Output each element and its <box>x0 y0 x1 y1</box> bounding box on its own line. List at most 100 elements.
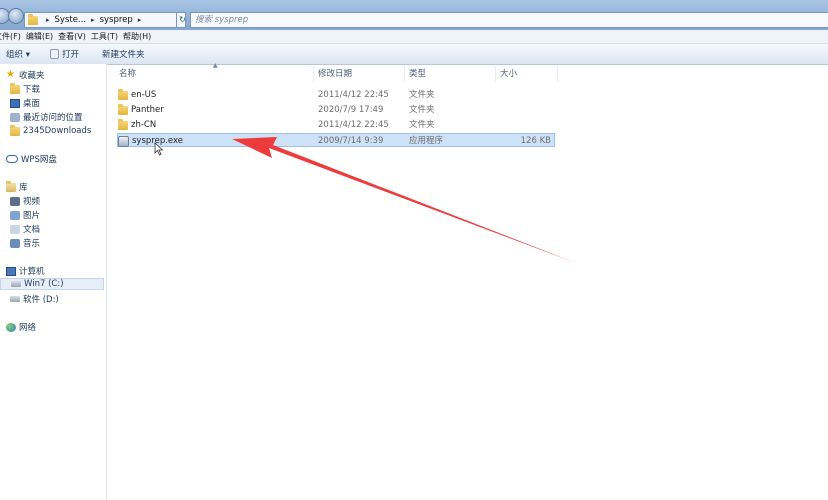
desktop-icon <box>10 98 20 108</box>
star-icon: ★ <box>6 69 15 80</box>
drive-icon <box>11 281 21 287</box>
folder-icon <box>118 103 128 115</box>
file-row-panther[interactable]: Panther 2020/7/9 17:49 文件夹 <box>117 103 555 117</box>
open-label: 打开 <box>62 50 80 60</box>
breadcrumb-sysprep[interactable]: sysprep <box>100 15 133 25</box>
sidebar-item-music[interactable]: 音乐 <box>10 237 40 249</box>
sidebar-item-label: 收藏夹 <box>19 71 45 81</box>
folder-icon <box>10 124 20 136</box>
folder-icon <box>118 118 128 130</box>
refresh-icon[interactable]: ↻ <box>176 12 188 28</box>
network-icon <box>6 322 16 332</box>
file-row-zh-cn[interactable]: zh-CN 2011/4/12 22:45 文件夹 <box>117 118 555 132</box>
file-name: zh-CN <box>131 120 157 130</box>
file-date: 2011/4/12 22:45 <box>318 90 389 100</box>
file-name: Panther <box>131 105 164 115</box>
sidebar-item-favorites[interactable]: ★ 收藏夹 <box>6 69 45 82</box>
column-header-type[interactable]: 类型 <box>409 66 426 82</box>
sidebar-item-drive-d[interactable]: 软件 (D:) <box>10 293 59 305</box>
sidebar-item-label: 文档 <box>23 225 41 235</box>
address-bar[interactable]: ▸ Syste... ▸ sysprep ▸ <box>24 12 186 28</box>
library-icon <box>6 180 16 192</box>
sidebar-item-recent[interactable]: 最近访问的位置 <box>10 111 83 123</box>
file-size: 126 KB <box>520 136 551 146</box>
sidebar-item-library[interactable]: 库 <box>6 180 28 193</box>
mouse-cursor-icon <box>154 142 164 156</box>
file-type: 文件夹 <box>409 120 435 130</box>
nav-buttons <box>0 8 24 24</box>
sidebar-item-label: 音乐 <box>23 239 41 249</box>
sidebar-item-label: WPS网盘 <box>21 155 57 165</box>
music-icon <box>10 238 20 248</box>
file-name: en-US <box>131 90 157 100</box>
file-row-sysprep-exe[interactable]: sysprep.exe 2009/7/14 9:39 应用程序 126 KB <box>117 133 555 147</box>
application-icon <box>118 135 129 147</box>
menu-view[interactable]: 查看(V) <box>58 30 86 43</box>
navigation-pane: ★ 收藏夹 下载 桌面 最近访问的位置 2345Downloads WPS网盘 … <box>0 64 107 500</box>
red-arrow-icon <box>232 137 576 263</box>
cloud-icon <box>6 155 18 163</box>
sidebar-item-pictures[interactable]: 图片 <box>10 209 40 221</box>
file-date: 2011/4/12 22:45 <box>318 120 389 130</box>
sidebar-item-2345downloads[interactable]: 2345Downloads <box>10 124 92 137</box>
command-bar: 组织 ▾ 打开 新建文件夹 <box>0 44 828 65</box>
file-name-cell: en-US <box>118 88 156 102</box>
sidebar-item-label: 最近访问的位置 <box>23 113 83 123</box>
file-name-cell: sysprep.exe <box>118 134 183 148</box>
file-name-cell: zh-CN <box>118 118 156 132</box>
column-header-size[interactable]: 大小 <box>500 66 517 82</box>
column-divider[interactable] <box>557 66 558 82</box>
forward-button[interactable] <box>8 8 24 24</box>
sidebar-item-label: 2345Downloads <box>23 126 92 136</box>
sidebar-item-label: 网络 <box>19 323 37 333</box>
window-titlebar: ▸ Syste... ▸ sysprep ▸ ↻ 搜索 sysprep <box>0 0 828 30</box>
menu-edit[interactable]: 编辑(E) <box>26 30 53 43</box>
sort-ascending-icon: ▲ <box>213 62 218 69</box>
recent-places-icon <box>10 112 20 122</box>
menu-bar: 文件(F) 编辑(E) 查看(V) 工具(T) 帮助(H) <box>0 30 828 44</box>
column-header-date[interactable]: 修改日期 <box>318 66 352 82</box>
video-icon <box>10 196 20 206</box>
folder-icon <box>28 13 38 25</box>
sidebar-item-label: 软件 (D:) <box>23 295 59 305</box>
sidebar-item-network[interactable]: 网络 <box>6 321 36 333</box>
breadcrumb-separator: ▸ <box>46 16 50 24</box>
column-divider[interactable] <box>404 66 405 82</box>
file-type: 文件夹 <box>409 105 435 115</box>
menu-tools[interactable]: 工具(T) <box>91 30 118 43</box>
sidebar-item-label: 库 <box>19 183 28 193</box>
menu-help[interactable]: 帮助(H) <box>123 30 151 43</box>
sidebar-item-wps[interactable]: WPS网盘 <box>6 153 57 165</box>
file-type: 应用程序 <box>409 136 444 146</box>
folder-icon <box>118 88 128 100</box>
sidebar-item-computer[interactable]: 计算机 <box>6 265 45 277</box>
organize-button[interactable]: 组织 ▾ <box>6 48 30 60</box>
breadcrumb-separator: ▸ <box>137 16 142 24</box>
open-button[interactable]: 打开 <box>50 48 79 60</box>
new-folder-button[interactable]: 新建文件夹 <box>102 48 145 60</box>
sidebar-item-label: 下载 <box>23 85 41 95</box>
sidebar-item-drive-c[interactable]: Win7 (C:) <box>0 278 104 290</box>
column-header-name[interactable]: 名称 <box>119 66 136 82</box>
drive-icon <box>10 296 20 302</box>
sidebar-item-documents[interactable]: 文档 <box>10 223 40 235</box>
breadcrumb-system[interactable]: Syste... <box>55 15 87 25</box>
column-divider[interactable] <box>313 66 314 82</box>
sidebar-item-label: 计算机 <box>19 267 45 277</box>
file-type: 文件夹 <box>409 90 435 100</box>
file-row-en-us[interactable]: en-US 2011/4/12 22:45 文件夹 <box>117 88 555 102</box>
sidebar-item-label: 视频 <box>23 197 41 207</box>
folder-icon <box>10 82 20 94</box>
documents-icon <box>10 224 20 234</box>
file-date: 2020/7/9 17:49 <box>318 105 384 115</box>
menu-file[interactable]: 文件(F) <box>0 30 21 43</box>
sidebar-item-label: 桌面 <box>23 99 41 109</box>
sidebar-item-desktop[interactable]: 桌面 <box>10 97 40 109</box>
file-name-cell: Panther <box>118 103 164 117</box>
computer-icon <box>6 266 16 276</box>
sidebar-item-label: 图片 <box>23 211 41 221</box>
sidebar-item-videos[interactable]: 视频 <box>10 195 40 207</box>
sidebar-item-downloads[interactable]: 下载 <box>10 82 41 95</box>
search-input[interactable]: 搜索 sysprep <box>190 12 828 28</box>
column-divider[interactable] <box>495 66 496 82</box>
